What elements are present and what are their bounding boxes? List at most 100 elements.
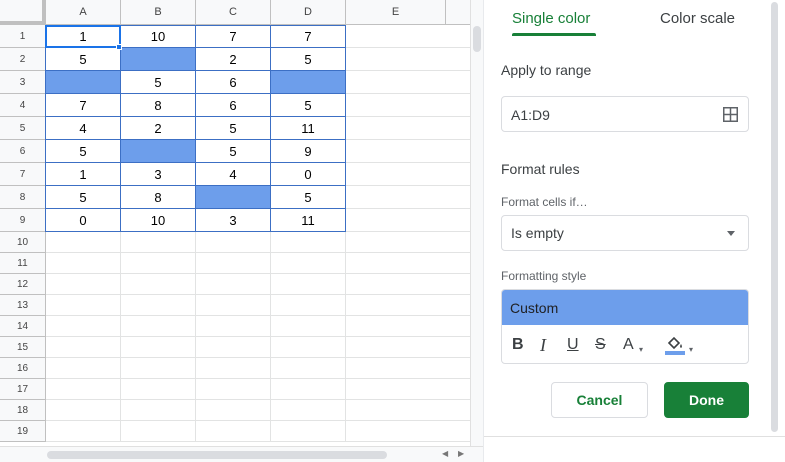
column-header-e[interactable]: E <box>346 0 446 25</box>
cell-a2[interactable]: 5 <box>46 48 121 71</box>
row-header-17[interactable]: 17 <box>0 379 46 400</box>
cell-d1[interactable]: 7 <box>271 25 346 48</box>
cell-e18[interactable] <box>346 400 470 421</box>
row-header-9[interactable]: 9 <box>0 209 46 232</box>
row-header-8[interactable]: 8 <box>0 186 46 209</box>
row-header-7[interactable]: 7 <box>0 163 46 186</box>
cell-d7[interactable]: 0 <box>271 163 346 186</box>
row-header-19[interactable]: 19 <box>0 421 46 442</box>
cell-b18[interactable] <box>121 400 196 421</box>
text-color-icon[interactable]: A <box>623 336 634 354</box>
row-header-14[interactable]: 14 <box>0 316 46 337</box>
cell-c15[interactable] <box>196 337 271 358</box>
row-header-1[interactable]: 1 <box>0 25 46 48</box>
column-header-a[interactable]: A <box>46 0 121 25</box>
cell-b5[interactable]: 2 <box>121 117 196 140</box>
cell-c4[interactable]: 6 <box>196 94 271 117</box>
cell-d2[interactable]: 5 <box>271 48 346 71</box>
cell-c9[interactable]: 3 <box>196 209 271 232</box>
spreadsheet-grid[interactable]: ABCDE 1 2 3 4 5 6 7 8 9 10 11 12 13 14 15 16 17 18 19 1 10 7… <box>0 0 470 446</box>
horizontal-scroll-thumb[interactable] <box>47 451 387 459</box>
cell-d13[interactable] <box>271 295 346 316</box>
cell-c13[interactable] <box>196 295 271 316</box>
select-all-corner[interactable] <box>0 0 46 25</box>
cell-c6[interactable]: 5 <box>196 140 271 163</box>
cell-a16[interactable] <box>46 358 121 379</box>
row-header-16[interactable]: 16 <box>0 358 46 379</box>
cell-d5[interactable]: 11 <box>271 117 346 140</box>
cell-c14[interactable] <box>196 316 271 337</box>
cell-d4[interactable]: 5 <box>271 94 346 117</box>
cell-a4[interactable]: 7 <box>46 94 121 117</box>
cell-a8[interactable]: 5 <box>46 186 121 209</box>
cell-c19[interactable] <box>196 421 271 442</box>
cell-b13[interactable] <box>121 295 196 316</box>
cell-d16[interactable] <box>271 358 346 379</box>
fill-color-icon[interactable] <box>665 334 685 356</box>
cell-c18[interactable] <box>196 400 271 421</box>
cell-c12[interactable] <box>196 274 271 295</box>
cell-b16[interactable] <box>121 358 196 379</box>
cell-e7[interactable] <box>346 163 470 186</box>
panel-scroll-thumb[interactable] <box>771 2 778 432</box>
style-preview[interactable]: Custom <box>502 290 748 325</box>
cell-e10[interactable] <box>346 232 470 253</box>
cell-e11[interactable] <box>346 253 470 274</box>
cell-d17[interactable] <box>271 379 346 400</box>
select-range-grid-icon[interactable] <box>723 107 738 122</box>
cell-d18[interactable] <box>271 400 346 421</box>
cell-a13[interactable] <box>46 295 121 316</box>
cell-b10[interactable] <box>121 232 196 253</box>
cell-b11[interactable] <box>121 253 196 274</box>
cell-d10[interactable] <box>271 232 346 253</box>
cell-b12[interactable] <box>121 274 196 295</box>
cell-b8[interactable]: 8 <box>121 186 196 209</box>
cell-c8[interactable] <box>196 186 271 209</box>
cell-a19[interactable] <box>46 421 121 442</box>
cell-b14[interactable] <box>121 316 196 337</box>
row-header-15[interactable]: 15 <box>0 337 46 358</box>
row-header-6[interactable]: 6 <box>0 140 46 163</box>
vertical-scroll-thumb[interactable] <box>473 26 481 52</box>
cell-a9[interactable]: 0 <box>46 209 121 232</box>
cell-d6[interactable]: 9 <box>271 140 346 163</box>
cell-b17[interactable] <box>121 379 196 400</box>
cell-e17[interactable] <box>346 379 470 400</box>
bold-icon[interactable]: B <box>512 336 524 354</box>
cell-e14[interactable] <box>346 316 470 337</box>
text-color-caret-icon[interactable]: ▾ <box>639 345 643 354</box>
cell-e16[interactable] <box>346 358 470 379</box>
row-header-11[interactable]: 11 <box>0 253 46 274</box>
cell-a15[interactable] <box>46 337 121 358</box>
row-header-13[interactable]: 13 <box>0 295 46 316</box>
cell-d9[interactable]: 11 <box>271 209 346 232</box>
cell-e9[interactable] <box>346 209 470 232</box>
row-header-10[interactable]: 10 <box>0 232 46 253</box>
cell-c7[interactable]: 4 <box>196 163 271 186</box>
cell-e3[interactable] <box>346 71 470 94</box>
column-header-b[interactable]: B <box>121 0 196 25</box>
row-header-12[interactable]: 12 <box>0 274 46 295</box>
cell-a7[interactable]: 1 <box>46 163 121 186</box>
fill-color-caret-icon[interactable]: ▾ <box>689 345 693 354</box>
row-header-5[interactable]: 5 <box>0 117 46 140</box>
cell-b4[interactable]: 8 <box>121 94 196 117</box>
cell-e15[interactable] <box>346 337 470 358</box>
range-input-value[interactable]: A1:D9 <box>511 107 550 123</box>
cell-a5[interactable]: 4 <box>46 117 121 140</box>
cell-e4[interactable] <box>346 94 470 117</box>
cell-e2[interactable] <box>346 48 470 71</box>
cell-c2[interactable]: 2 <box>196 48 271 71</box>
panel-scrollbar[interactable] <box>770 0 779 434</box>
cell-b7[interactable]: 3 <box>121 163 196 186</box>
cell-d12[interactable] <box>271 274 346 295</box>
cell-e5[interactable] <box>346 117 470 140</box>
cancel-button[interactable]: Cancel <box>551 382 648 418</box>
italic-icon[interactable]: I <box>540 336 546 354</box>
cell-a10[interactable] <box>46 232 121 253</box>
cell-c10[interactable] <box>196 232 271 253</box>
underline-icon[interactable]: U <box>567 336 579 354</box>
cell-a12[interactable] <box>46 274 121 295</box>
cell-c11[interactable] <box>196 253 271 274</box>
cell-b19[interactable] <box>121 421 196 442</box>
